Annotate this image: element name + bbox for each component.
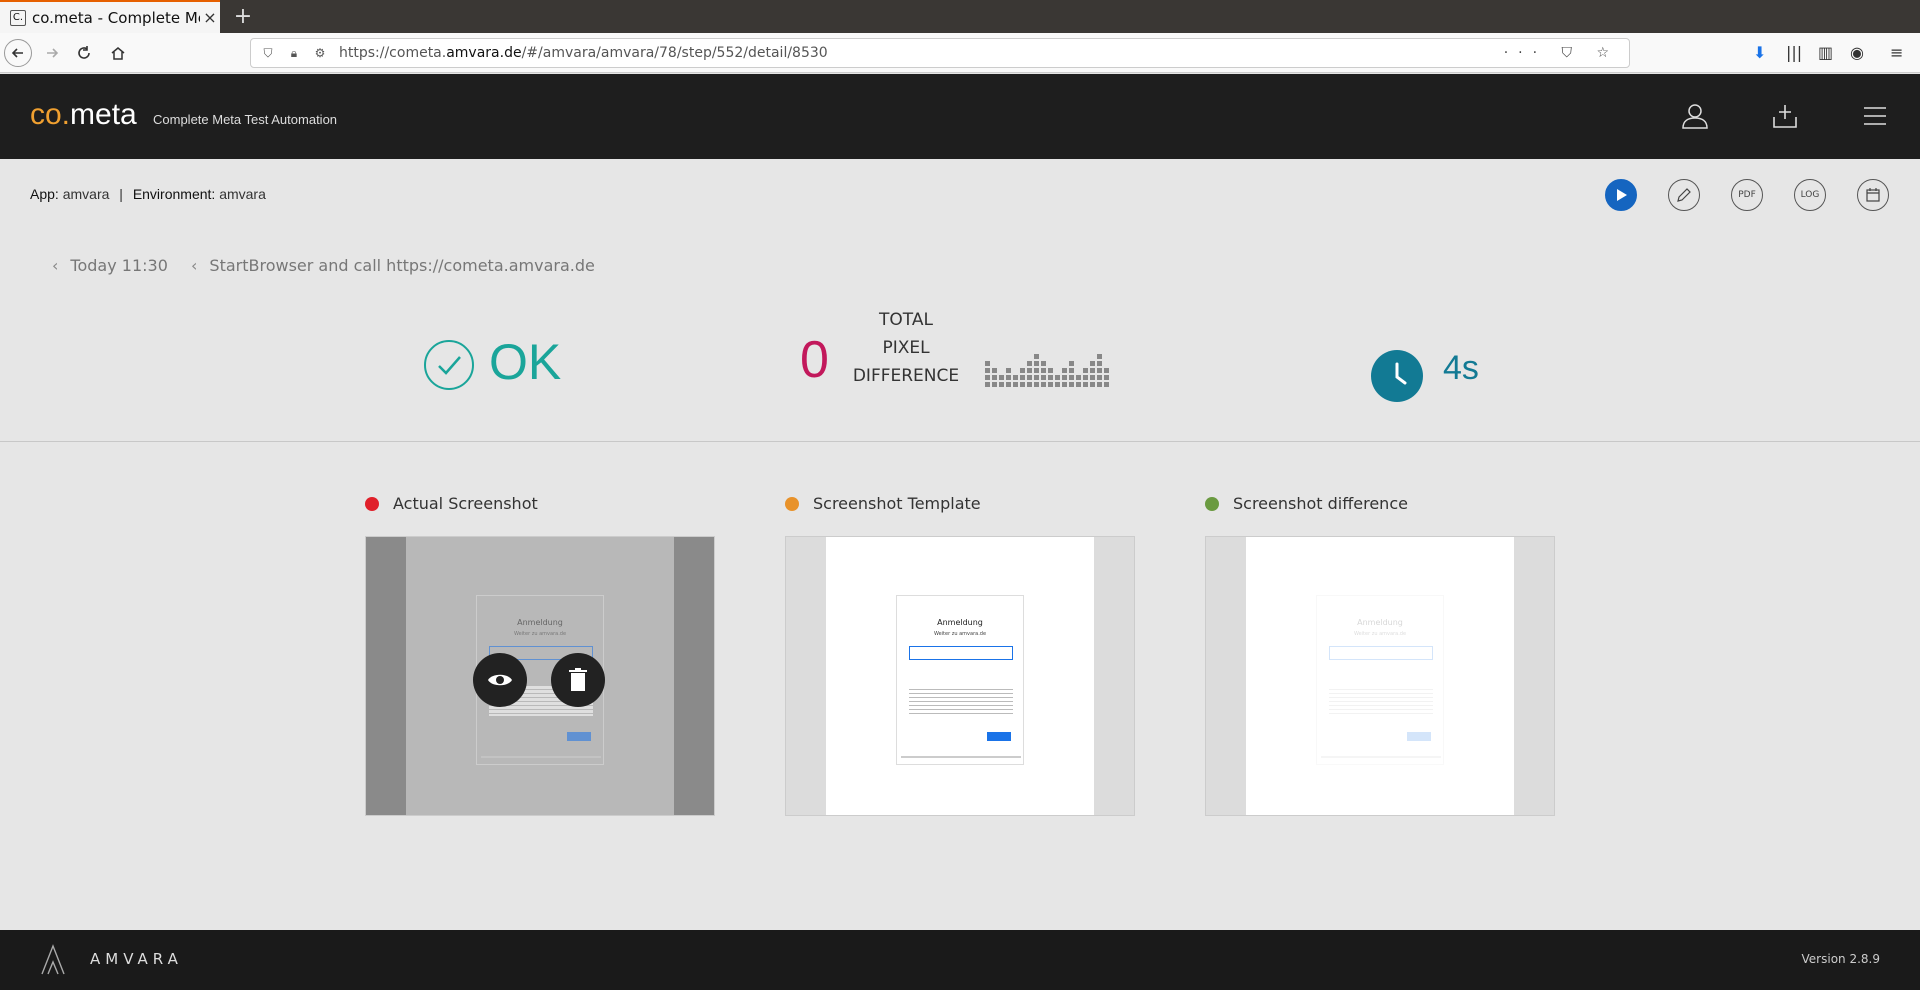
menu-icon[interactable]: ≡: [1890, 43, 1903, 62]
app-logo[interactable]: co.meta: [30, 98, 137, 132]
favicon-icon: C.: [10, 9, 26, 26]
pencil-icon: [1677, 188, 1691, 202]
status-text: OK: [489, 334, 562, 390]
home-button[interactable]: [104, 39, 132, 67]
home-icon: [111, 47, 125, 60]
screenshot-page: Anmeldung Weiter zu amvara.de: [1246, 537, 1514, 815]
schedule-button[interactable]: [1857, 179, 1889, 211]
pixel-difference-label: TOTAL PIXEL DIFFERENCE: [852, 310, 960, 386]
chevron-left-icon: ‹: [52, 256, 59, 275]
arrow-left-icon: [11, 48, 23, 58]
hamburger-menu-icon[interactable]: [1860, 101, 1890, 131]
actual-screenshot-title: Actual Screenshot: [365, 494, 538, 513]
difference-screenshot-title: Screenshot difference: [1205, 494, 1408, 513]
url-bar[interactable]: ⛉ 🔒︎ ⚙ https://cometa.amvara.de/#/amvara…: [250, 38, 1630, 68]
screenshot-page: Anmeldung Weiter zu amvara.de: [406, 537, 674, 815]
section-divider: [0, 441, 1920, 442]
difference-screenshot-card[interactable]: Anmeldung Weiter zu amvara.de: [1205, 536, 1555, 816]
edit-button[interactable]: [1668, 179, 1700, 211]
calendar-icon: [1866, 188, 1880, 202]
url-actions[interactable]: ··· ⛉ ☆: [1504, 45, 1619, 61]
reload-button[interactable]: [70, 39, 98, 67]
pdf-button[interactable]: PDF: [1731, 179, 1763, 211]
green-dot-icon: [1205, 496, 1219, 511]
url-text: https://cometa.amvara.de/#/amvara/amvara…: [339, 45, 828, 61]
duration-value: 4s: [1443, 349, 1479, 387]
lock-icon: 🔒︎: [290, 45, 298, 60]
new-tab-button[interactable]: +: [230, 3, 256, 29]
clock-icon: [1371, 350, 1423, 402]
back-button[interactable]: [4, 39, 32, 67]
permissions-icon: ⚙: [314, 46, 326, 60]
app-header: co.meta Complete Meta Test Automation: [0, 74, 1920, 159]
account-icon[interactable]: ◉: [1850, 43, 1864, 62]
delete-button[interactable]: [551, 653, 605, 707]
tab-title: co.meta - Complete Met: [32, 8, 200, 27]
trash-icon: [569, 668, 587, 691]
download-icon[interactable]: ⬇: [1753, 43, 1766, 62]
amvara-logo-icon: [41, 944, 65, 975]
shield-icon: ⛉: [263, 45, 273, 60]
tab-close-icon[interactable]: ×: [200, 8, 220, 27]
template-screenshot-title: Screenshot Template: [785, 494, 981, 513]
browser-nav-bar: ⛉ 🔒︎ ⚙ https://cometa.amvara.de/#/amvara…: [0, 33, 1920, 73]
app-tagline: Complete Meta Test Automation: [153, 112, 338, 127]
browser-tab-bar: C. co.meta - Complete Met × +: [0, 0, 1920, 33]
app-environment-info: App: amvara | Environment: amvara: [30, 186, 266, 202]
red-dot-icon: [365, 496, 379, 511]
chevron-left-icon: ‹: [191, 256, 198, 275]
arrow-right-icon: [47, 48, 59, 58]
eye-icon: [488, 674, 512, 686]
pixel-difference-value: 0: [800, 331, 829, 389]
template-screenshot-card[interactable]: Anmeldung Weiter zu amvara.de: [785, 536, 1135, 816]
log-button[interactable]: LOG: [1794, 179, 1826, 211]
app-footer: AMVARA Version 2.8.9: [0, 930, 1920, 990]
screenshot-page: Anmeldung Weiter zu amvara.de: [826, 537, 1094, 815]
browser-tab[interactable]: C. co.meta - Complete Met ×: [0, 0, 220, 33]
breadcrumb-step[interactable]: ‹ StartBrowser and call https://cometa.am…: [191, 256, 595, 275]
check-circle-icon: [424, 340, 474, 390]
screenshot-thumbnail: Anmeldung Weiter zu amvara.de: [1316, 595, 1444, 765]
breadcrumb-date[interactable]: ‹ Today 11:30: [52, 256, 168, 275]
reload-icon: [78, 46, 90, 59]
actual-screenshot-card[interactable]: Anmeldung Weiter zu amvara.de: [365, 536, 715, 816]
screenshot-thumbnail: Anmeldung Weiter zu amvara.de: [896, 595, 1024, 765]
orange-dot-icon: [785, 496, 799, 511]
sidebar-icon[interactable]: ▥: [1818, 43, 1833, 62]
user-icon[interactable]: [1680, 101, 1710, 131]
library-icon[interactable]: |||: [1786, 43, 1802, 62]
add-feature-icon[interactable]: [1770, 101, 1800, 131]
footer-brand: AMVARA: [90, 950, 183, 968]
run-button[interactable]: [1605, 179, 1637, 211]
forward-button[interactable]: [38, 39, 66, 67]
version-text: Version 2.8.9: [1801, 952, 1880, 966]
view-button[interactable]: [473, 653, 527, 707]
pixel-diff-histogram-icon: [985, 354, 1109, 387]
play-icon: [1617, 189, 1627, 201]
